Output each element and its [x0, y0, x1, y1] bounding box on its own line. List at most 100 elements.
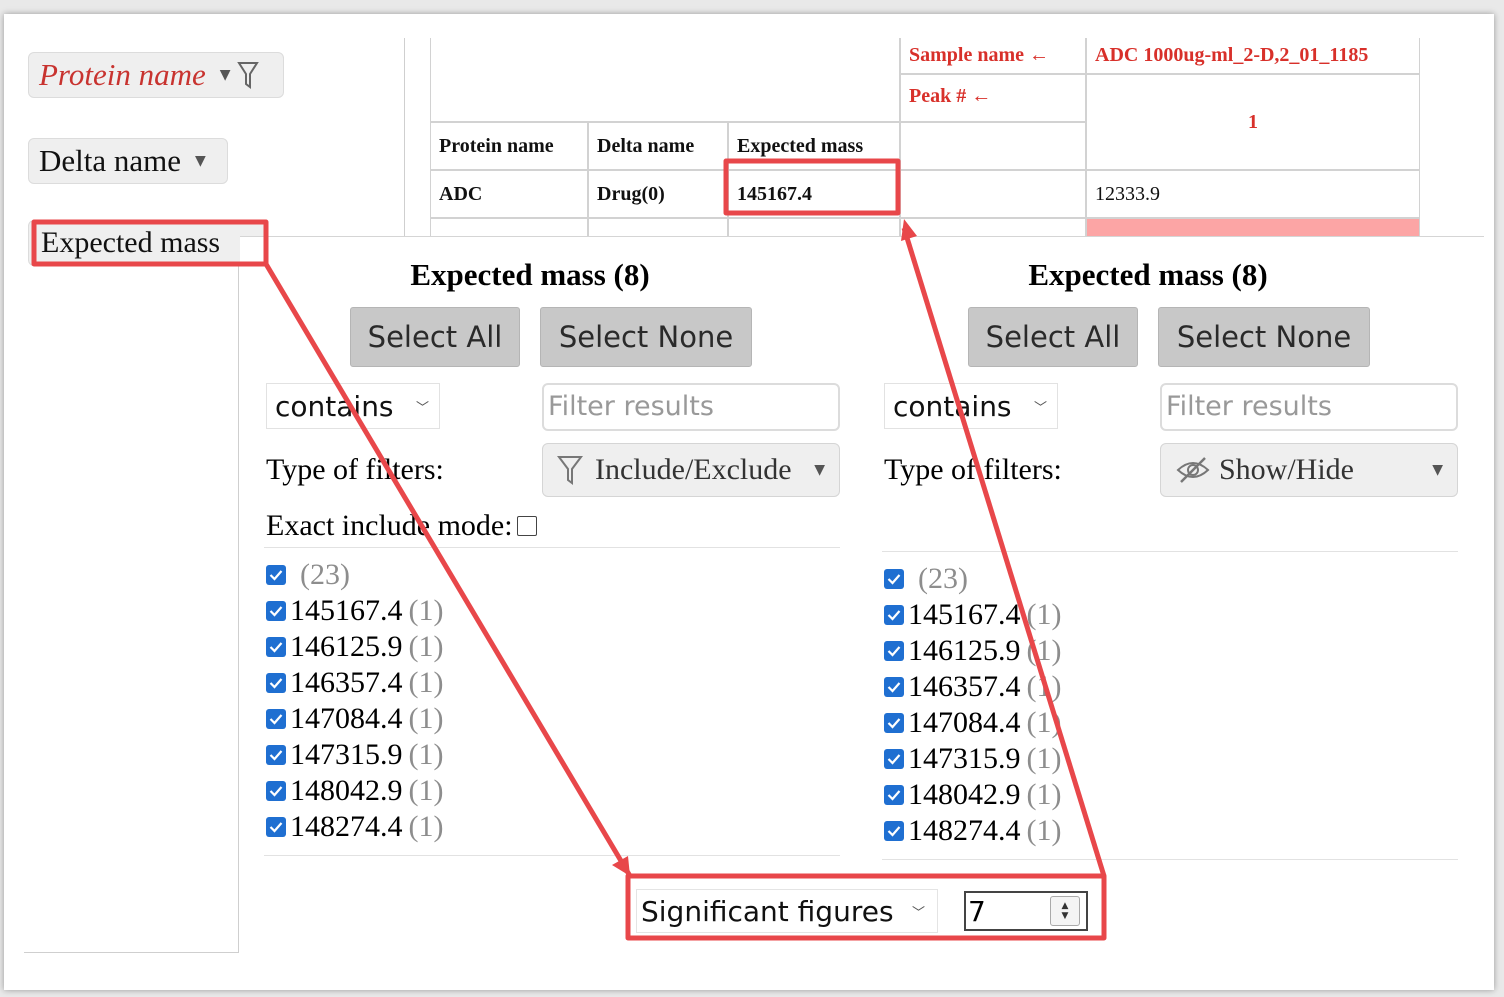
value-list: (23) 145167.4 (1) 146125.9 (1) 146357.4 (1) 147…: [884, 561, 1061, 849]
panel-title: Expected mass (8): [410, 257, 650, 292]
list-item[interactable]: (23): [884, 561, 1061, 597]
column-header-expected[interactable]: Expected mass: [728, 122, 900, 170]
expected-mass-label: Expected mass: [41, 226, 221, 259]
delta-name-label: Delta name: [39, 143, 182, 178]
expected-mass-field[interactable]: Expected mass: [28, 220, 268, 266]
checkbox-checked-icon[interactable]: [884, 569, 904, 589]
filter-icon[interactable]: [236, 60, 259, 90]
list-item[interactable]: 148042.9 (1): [266, 773, 443, 809]
list-item[interactable]: 146357.4 (1): [884, 669, 1061, 705]
item-count: (1): [1026, 742, 1062, 775]
select-none-button[interactable]: Select None: [1158, 307, 1370, 367]
table-empty-cell: [900, 122, 1086, 170]
chevron-down-icon: ▼: [814, 462, 825, 478]
item-count: (1): [1026, 706, 1062, 739]
checkbox-checked-icon[interactable]: [884, 677, 904, 697]
item-count: (1): [1026, 634, 1062, 667]
item-count: (1): [1026, 598, 1062, 631]
checkbox-checked-icon[interactable]: [884, 605, 904, 625]
item-value: 147084.4: [290, 702, 403, 735]
match-mode-select[interactable]: contains ﹀: [266, 383, 440, 429]
match-mode-select[interactable]: contains ﹀: [884, 383, 1058, 429]
protein-name-field[interactable]: Protein name ▼: [28, 52, 284, 98]
filter-type-select[interactable]: Include/Exclude ▼: [542, 443, 840, 497]
pivot-table: Sample name ← ADC 1000ug-ml_2-D,2_01_118…: [430, 38, 1420, 258]
chevron-down-icon: ▼: [1432, 462, 1443, 478]
list-item[interactable]: 146357.4 (1): [266, 665, 443, 701]
divider: [404, 38, 405, 238]
item-count: (1): [408, 810, 444, 843]
checkbox-checked-icon[interactable]: [266, 673, 286, 693]
checkbox-checked-icon[interactable]: [266, 565, 286, 585]
row-delta: Drug(0): [588, 170, 728, 218]
value-list: (23) 145167.4 (1) 146125.9 (1) 146357.4 (1) 147…: [266, 557, 443, 845]
item-value: 147084.4: [908, 706, 1021, 739]
select-all-button[interactable]: Select All: [350, 307, 520, 367]
checkbox-checked-icon[interactable]: [884, 821, 904, 841]
list-item[interactable]: 145167.4 (1): [266, 593, 443, 629]
filter-type-value: Include/Exclude: [595, 453, 792, 486]
list-item[interactable]: 146125.9 (1): [266, 629, 443, 665]
exact-include-checkbox[interactable]: [516, 516, 537, 536]
chevron-down-icon[interactable]: ▼: [220, 67, 231, 83]
select-none-button[interactable]: Select None: [540, 307, 752, 367]
checkbox-checked-icon[interactable]: [266, 745, 286, 765]
checkbox-checked-icon[interactable]: [266, 709, 286, 729]
item-count: (1): [408, 702, 444, 735]
list-item[interactable]: 147315.9 (1): [266, 737, 443, 773]
item-count: (1): [1026, 670, 1062, 703]
item-count: (1): [408, 594, 444, 627]
chevron-down-icon: ﹀: [1033, 400, 1047, 416]
list-item[interactable]: (23): [266, 557, 443, 593]
table-empty-corner: [430, 38, 900, 122]
list-item[interactable]: 148274.4 (1): [884, 813, 1061, 849]
delta-name-field[interactable]: Delta name ▼: [28, 138, 228, 184]
row-protein: ADC: [430, 170, 588, 218]
checkbox-checked-icon[interactable]: [884, 713, 904, 733]
item-count: (23): [918, 562, 968, 595]
select-all-button[interactable]: Select All: [968, 307, 1138, 367]
checkbox-checked-icon[interactable]: [884, 785, 904, 805]
item-count: (1): [408, 738, 444, 771]
item-value: 148274.4: [290, 810, 403, 843]
item-count: (1): [408, 774, 444, 807]
divider: [882, 859, 1458, 860]
column-header-protein[interactable]: Protein name: [430, 122, 588, 170]
filter-type-value: Show/Hide: [1219, 453, 1354, 486]
item-count: (1): [408, 630, 444, 663]
significant-figures-input[interactable]: 7 ▲ ▼: [964, 891, 1088, 931]
list-item[interactable]: 148042.9 (1): [884, 777, 1061, 813]
list-item[interactable]: 145167.4 (1): [884, 597, 1061, 633]
list-item[interactable]: 148274.4 (1): [266, 809, 443, 845]
significant-figures-select[interactable]: Significant figures ﹀: [636, 889, 938, 933]
filter-icon: [557, 456, 583, 485]
significant-figures-control: Significant figures ﹀ 7 ▲ ▼: [636, 882, 1104, 940]
filter-type-label: Type of filters:: [266, 453, 444, 486]
peak-value: 1: [1086, 74, 1420, 170]
screenshot-frame: Protein name ▼ Delta name ▼ Expected mas…: [4, 14, 1494, 990]
item-count: (1): [1026, 814, 1062, 847]
filter-results-input[interactable]: Filter results: [542, 383, 840, 431]
column-header-delta[interactable]: Delta name: [588, 122, 728, 170]
checkbox-checked-icon[interactable]: [266, 817, 286, 837]
list-item[interactable]: 146125.9 (1): [884, 633, 1061, 669]
checkbox-checked-icon[interactable]: [884, 641, 904, 661]
item-count: (1): [1026, 778, 1062, 811]
item-value: 146125.9: [290, 630, 403, 663]
list-item[interactable]: 147315.9 (1): [884, 741, 1061, 777]
spinner-icon[interactable]: ▲ ▼: [1050, 896, 1080, 926]
filter-results-input[interactable]: Filter results: [1160, 383, 1458, 431]
chevron-down-icon: ﹀: [415, 400, 429, 416]
row-value: 12333.9: [1086, 170, 1420, 218]
item-value: 148274.4: [908, 814, 1021, 847]
checkbox-checked-icon[interactable]: [266, 637, 286, 657]
item-value: 145167.4: [908, 598, 1021, 631]
filter-type-select[interactable]: Show/Hide ▼: [1160, 443, 1458, 497]
item-value: 147315.9: [908, 742, 1021, 775]
list-item[interactable]: 147084.4 (1): [266, 701, 443, 737]
checkbox-checked-icon[interactable]: [266, 601, 286, 621]
list-item[interactable]: 147084.4 (1): [884, 705, 1061, 741]
checkbox-checked-icon[interactable]: [884, 749, 904, 769]
chevron-down-icon[interactable]: ▼: [195, 153, 206, 169]
checkbox-checked-icon[interactable]: [266, 781, 286, 801]
